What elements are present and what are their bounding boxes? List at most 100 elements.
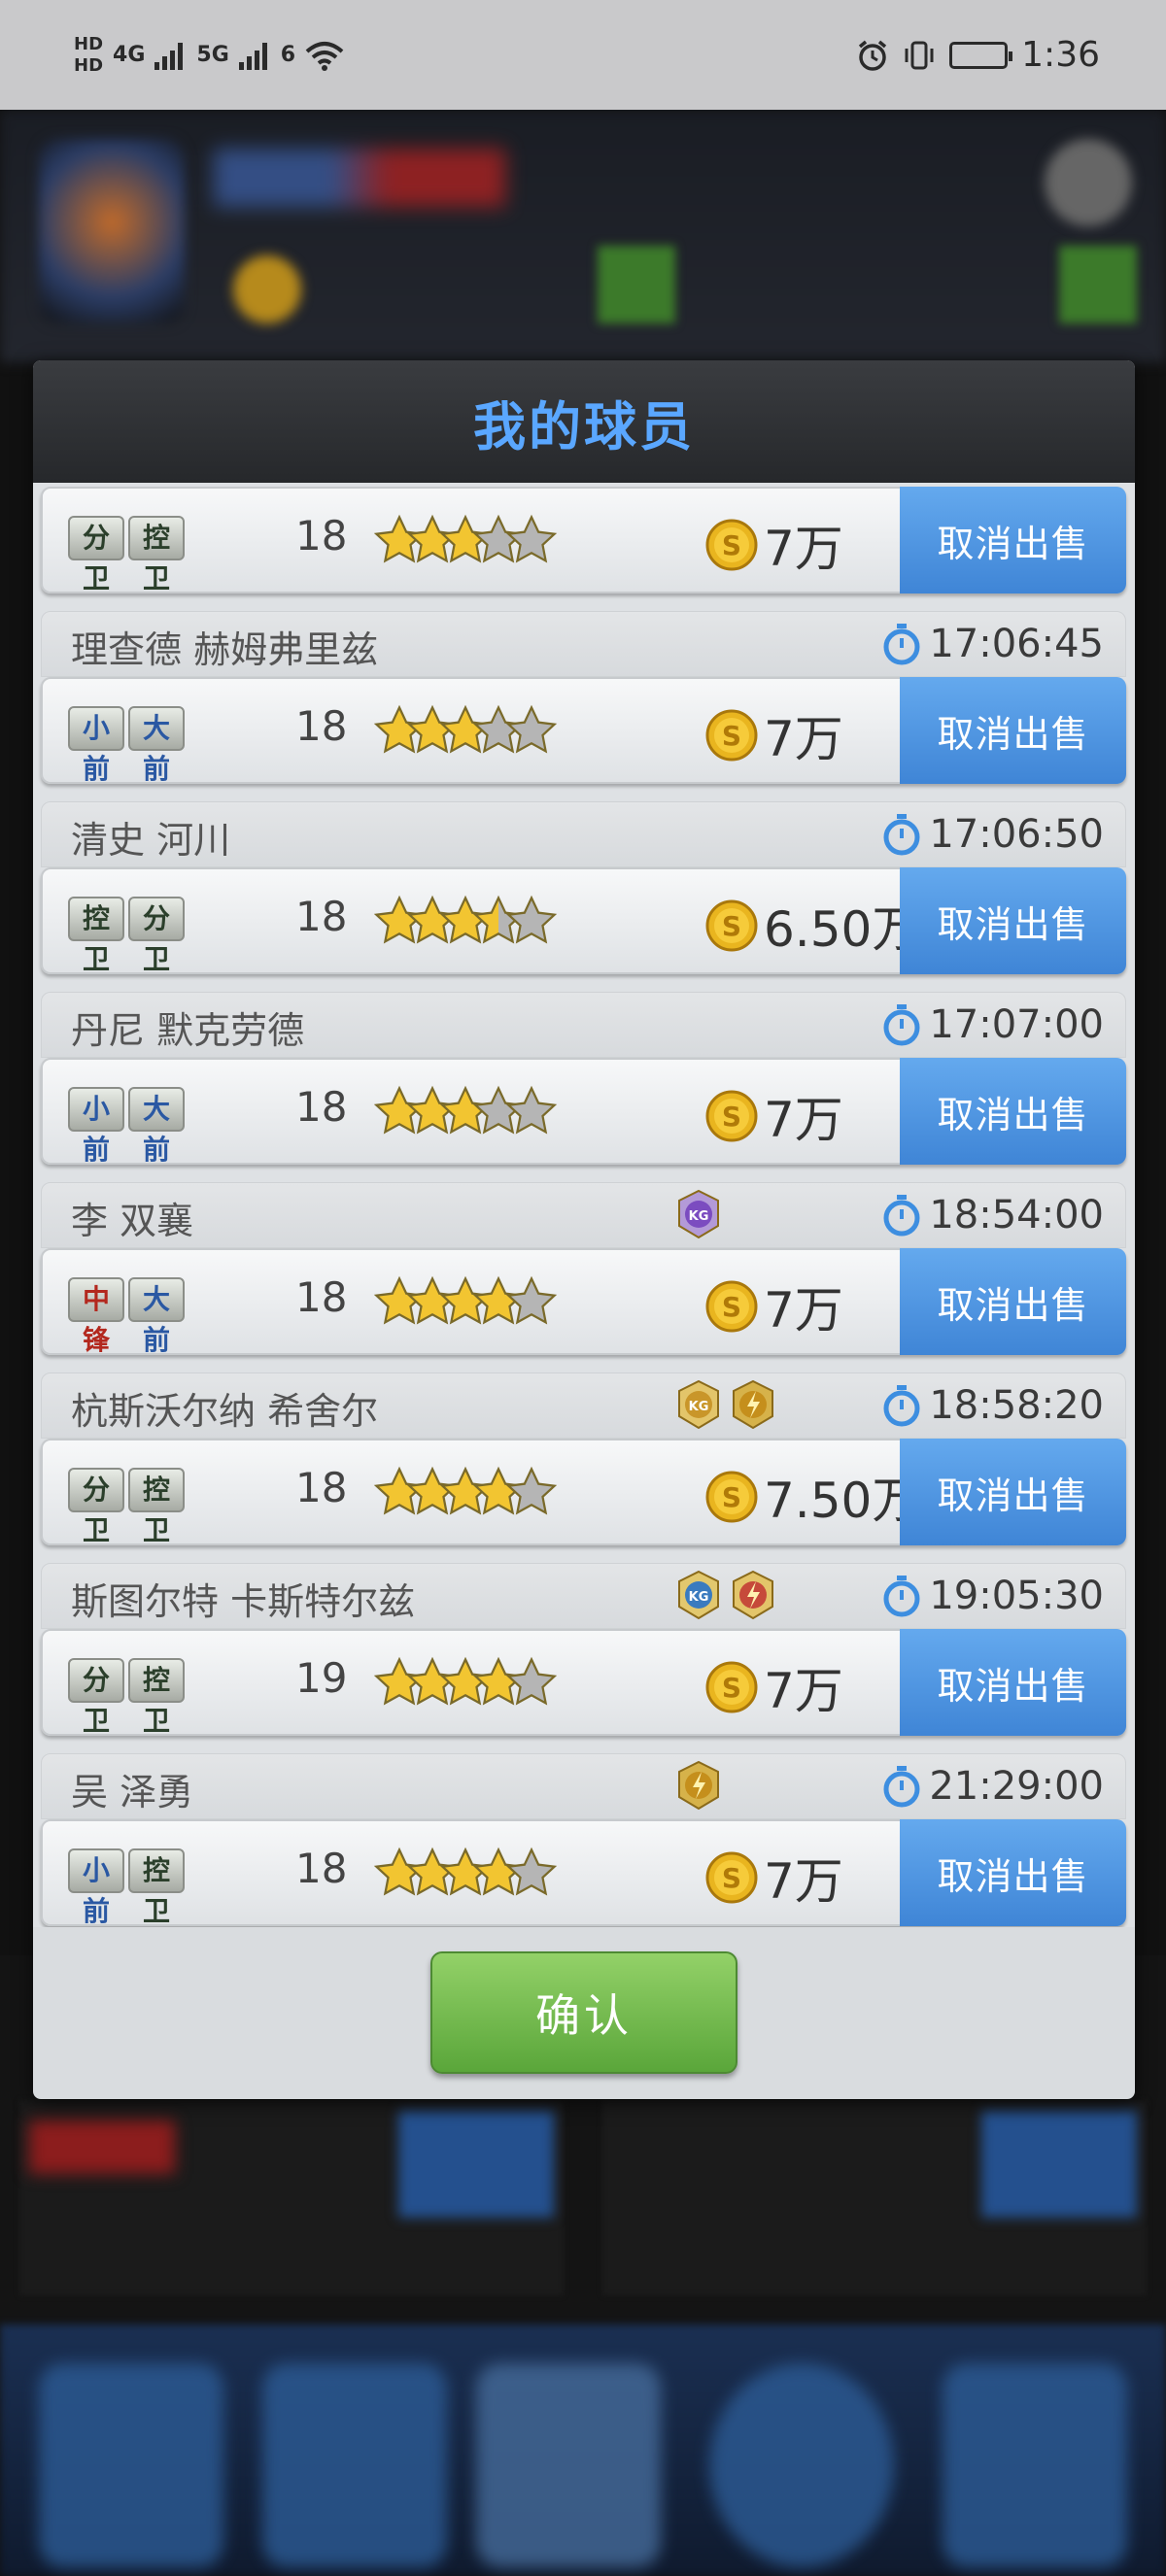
bg-avatar bbox=[39, 139, 185, 323]
hd-top: HD bbox=[74, 33, 104, 54]
cancel-sale-button[interactable]: 取消出售 bbox=[900, 867, 1126, 974]
cancel-sale-button[interactable]: 取消出售 bbox=[900, 677, 1126, 784]
battery-icon bbox=[949, 41, 1013, 69]
player-rating bbox=[373, 506, 616, 574]
cancel-sale-button[interactable]: 取消出售 bbox=[900, 1439, 1126, 1545]
position-tag: 控卫 bbox=[68, 897, 124, 975]
player-entry: 清史 河川 17:06:50 控卫 分卫 18 S 6.50万 取消出售 bbox=[41, 801, 1126, 976]
timer-value: 18:54:00 bbox=[929, 1193, 1104, 1237]
stopwatch-icon bbox=[883, 1576, 920, 1617]
svg-text:S: S bbox=[722, 1291, 741, 1323]
player-name-row: 李 双襄 KG 18:54:00 bbox=[41, 1182, 1126, 1248]
player-rating bbox=[373, 1077, 616, 1145]
stopwatch-icon bbox=[883, 1385, 920, 1427]
star-icon bbox=[505, 704, 558, 754]
sale-timer: 17:06:45 bbox=[882, 622, 1104, 666]
position-tag: 大前 bbox=[128, 1087, 185, 1166]
hd-indicator: HD HD bbox=[74, 34, 103, 77]
player-entry: 分卫 控卫 18 S 7万 取消出售 bbox=[41, 487, 1126, 595]
position-tag: 小前 bbox=[68, 1087, 124, 1166]
cancel-sale-button[interactable]: 取消出售 bbox=[900, 1248, 1126, 1355]
player-rating bbox=[373, 1458, 616, 1526]
clock: 1:36 bbox=[1021, 35, 1100, 75]
price-value: 7万 bbox=[764, 1853, 843, 1910]
sale-price: S 7万 bbox=[705, 1271, 843, 1341]
signal-icon-2 bbox=[238, 41, 267, 70]
bg-blue-button bbox=[398, 2111, 554, 2218]
hd-bottom: HD bbox=[74, 54, 104, 76]
player-badges: KG bbox=[675, 1379, 776, 1430]
player-entry: 理查德 赫姆弗里兹 17:06:45 小前 大前 18 S 7万 取消出售 bbox=[41, 611, 1126, 786]
stopwatch-icon bbox=[883, 1766, 920, 1808]
position-tag: 控卫 bbox=[128, 516, 185, 594]
vibrate-icon bbox=[905, 41, 934, 69]
sale-timer: 19:05:30 bbox=[882, 1574, 1104, 1618]
player-list[interactable]: 分卫 控卫 18 S 7万 取消出售 理查德 赫姆弗里兹 17:06:45 小前 大前… bbox=[33, 483, 1135, 1927]
star-icon bbox=[505, 1275, 558, 1325]
player-card: 控卫 分卫 18 S 6.50万 取消出售 bbox=[41, 867, 1126, 975]
player-name-row: 杭斯沃尔纳 希舍尔 KG 18:58:20 bbox=[41, 1373, 1126, 1439]
player-card: 小前 大前 18 S 7万 取消出售 bbox=[41, 1058, 1126, 1166]
player-badges: KG bbox=[675, 1570, 776, 1620]
cancel-sale-button[interactable]: 取消出售 bbox=[900, 1058, 1126, 1165]
bg-add-button bbox=[598, 246, 675, 323]
bolt-gold-icon bbox=[678, 1760, 719, 1811]
svg-text:KG: KG bbox=[689, 1209, 709, 1224]
star-icon bbox=[505, 1466, 558, 1515]
coin-icon: S bbox=[705, 1471, 758, 1523]
sale-price: S 6.50万 bbox=[705, 891, 920, 961]
player-name: 丹尼 默克劳德 bbox=[71, 1009, 305, 1052]
player-rating bbox=[373, 1268, 616, 1336]
bg-nav-tab-3 bbox=[476, 2363, 661, 2567]
status-right: 1:36 bbox=[856, 35, 1100, 75]
price-value: 7.50万 bbox=[764, 1473, 921, 1529]
confirm-button[interactable]: 确认 bbox=[430, 1951, 737, 2074]
timer-value: 17:07:00 bbox=[929, 1002, 1104, 1047]
player-card: 小前 大前 18 S 7万 取消出售 bbox=[41, 677, 1126, 785]
player-rating bbox=[373, 887, 616, 955]
position-tag: 大前 bbox=[128, 706, 185, 785]
dialog-header: 我的球员 bbox=[33, 360, 1135, 483]
kg-purple-icon: KG bbox=[678, 1189, 719, 1239]
player-card: 小前 控卫 18 S 7万 取消出售 bbox=[41, 1819, 1126, 1927]
cancel-sale-button[interactable]: 取消出售 bbox=[900, 487, 1126, 593]
timer-value: 17:06:45 bbox=[929, 622, 1104, 666]
player-rating bbox=[373, 696, 616, 764]
sale-price: S 7万 bbox=[705, 1081, 843, 1151]
svg-text:S: S bbox=[722, 1101, 741, 1133]
position-tag: 分卫 bbox=[128, 897, 185, 975]
player-name-row: 清史 河川 17:06:50 bbox=[41, 801, 1126, 867]
player-name: 吴 泽勇 bbox=[71, 1771, 194, 1813]
cancel-sale-button[interactable]: 取消出售 bbox=[900, 1629, 1126, 1736]
timer-value: 21:29:00 bbox=[929, 1764, 1104, 1809]
svg-text:S: S bbox=[722, 1481, 741, 1513]
position-tag: 大前 bbox=[128, 1277, 185, 1356]
player-badges: KG bbox=[675, 1189, 722, 1239]
stopwatch-icon bbox=[883, 624, 920, 665]
bg-nav-tab-2 bbox=[262, 2363, 447, 2567]
coin-icon: S bbox=[705, 1851, 758, 1904]
player-entry: 斯图尔特 卡斯特尔兹 KG 19:05:30 分卫 控卫 19 S 7万 取消出售 bbox=[41, 1563, 1126, 1738]
bg-add-button-2 bbox=[1059, 246, 1137, 323]
player-entry: 李 双襄 KG 18:54:00 中锋 大前 18 S 7万 取消出售 bbox=[41, 1182, 1126, 1357]
sale-timer: 18:58:20 bbox=[882, 1383, 1104, 1428]
svg-text:S: S bbox=[722, 910, 741, 942]
player-badges bbox=[675, 1760, 722, 1811]
bg-nav-tab-4 bbox=[709, 2363, 894, 2567]
cancel-sale-button[interactable]: 取消出售 bbox=[900, 1819, 1126, 1926]
player-name-row: 丹尼 默克劳德 17:07:00 bbox=[41, 992, 1126, 1058]
price-value: 7万 bbox=[764, 1092, 843, 1148]
player-age: 18 bbox=[295, 1273, 348, 1321]
net1-label: 4G bbox=[113, 43, 146, 67]
player-age: 18 bbox=[295, 1083, 348, 1131]
bg-nav-tab bbox=[39, 2363, 223, 2567]
stopwatch-icon bbox=[883, 1004, 920, 1046]
price-value: 7万 bbox=[764, 1282, 843, 1339]
bg-blue-button-2 bbox=[981, 2111, 1137, 2218]
sale-price: S 7万 bbox=[705, 510, 843, 580]
player-age: 18 bbox=[295, 512, 348, 559]
status-left: HD HD 4G 5G 6 bbox=[74, 34, 344, 77]
bg-nav-tab-5 bbox=[943, 2363, 1127, 2567]
sale-price: S 7万 bbox=[705, 1843, 843, 1913]
sale-timer: 17:06:50 bbox=[882, 812, 1104, 857]
